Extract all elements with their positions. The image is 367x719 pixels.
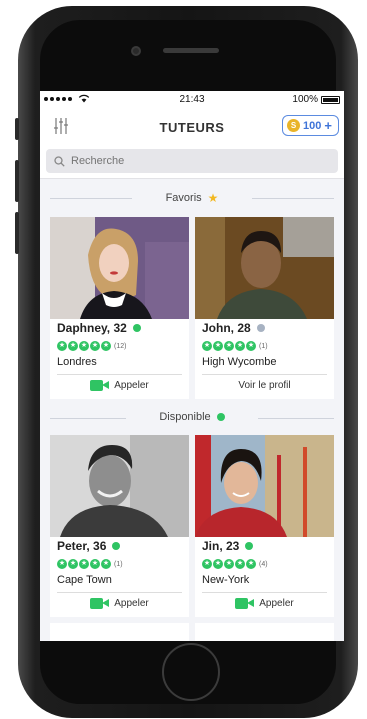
available-label: Disponible [159, 411, 211, 423]
tutor-photo[interactable] [50, 435, 189, 537]
tutor-city: Cape Town [57, 574, 112, 586]
star-icon: ★ [57, 559, 67, 569]
divider [252, 198, 334, 199]
star-icon: ★ [90, 341, 100, 351]
divider [50, 418, 126, 419]
review-count: (1) [114, 560, 123, 568]
rating-stars: ★ ★ ★ ★ ★ (12) [57, 341, 126, 351]
star-icon: ★ [224, 559, 234, 569]
call-button[interactable]: Appeler [50, 380, 189, 391]
tutor-card[interactable]: John, 28 ★ ★ ★ ★ ★ (1) High Wycombe Voir… [195, 217, 334, 399]
star-icon: ★ [79, 559, 89, 569]
star-icon: ★ [90, 559, 100, 569]
battery-percentage: 100% [292, 94, 318, 105]
tutor-card[interactable]: Peter, 36 ★ ★ ★ ★ ★ (1) Cape Town Appele… [50, 435, 189, 617]
tutor-city: High Wycombe [202, 356, 277, 368]
card-divider [57, 592, 182, 593]
call-button[interactable]: Appeler [195, 598, 334, 609]
star-icon: ★ [101, 559, 111, 569]
favorites-section-header: Favoris ★ [40, 179, 344, 217]
tutor-photo[interactable] [50, 217, 189, 319]
call-button[interactable]: Appeler [50, 598, 189, 609]
earpiece-speaker [163, 48, 219, 53]
divider [258, 418, 334, 419]
tutor-name: Jin, 23 [202, 539, 240, 553]
battery-icon [321, 96, 340, 104]
offline-status-dot [256, 324, 265, 332]
coin-count: 100 [303, 119, 322, 132]
star-icon: ★ [68, 341, 78, 351]
view-profile-button[interactable]: Voir le profil [195, 380, 334, 391]
star-icon: ★ [246, 559, 256, 569]
star-icon: ★ [202, 559, 212, 569]
star-icon: ★ [213, 559, 223, 569]
tutor-card-partial[interactable] [195, 623, 334, 641]
video-camera-icon [235, 598, 255, 609]
star-icon: ★ [57, 341, 67, 351]
review-count: (4) [259, 560, 268, 568]
online-status-dot [112, 542, 121, 550]
online-status-dot [216, 413, 225, 421]
star-icon: ★ [202, 341, 212, 351]
tutor-card-partial[interactable] [50, 623, 189, 641]
tutor-name: Daphney, 32 [57, 321, 127, 335]
view-profile-label: Voir le profil [238, 380, 291, 391]
call-button-label: Appeler [114, 598, 149, 609]
star-icon: ★ [235, 341, 245, 351]
coin-balance-button[interactable]: S 100 + [282, 115, 339, 136]
home-button[interactable] [162, 643, 220, 701]
next-row-preview [40, 617, 344, 641]
online-status-dot [132, 324, 141, 332]
mute-switch [15, 118, 19, 140]
app-screen: 21:43 100% TUTEURS S 100 + Recherche Fav… [40, 91, 344, 641]
rating-stars: ★ ★ ★ ★ ★ (1) [57, 559, 123, 569]
tutor-city: New-York [202, 574, 250, 586]
tutor-name: John, 28 [202, 321, 251, 335]
call-button-label: Appeler [114, 380, 149, 391]
tutor-card[interactable]: Jin, 23 ★ ★ ★ ★ ★ (4) New-York Appeler [195, 435, 334, 617]
rating-stars: ★ ★ ★ ★ ★ (4) [202, 559, 268, 569]
star-icon: ★ [235, 559, 245, 569]
search-bar [40, 145, 344, 179]
search-icon [54, 155, 65, 167]
tutor-city: Londres [57, 356, 97, 368]
card-divider [202, 592, 327, 593]
coin-icon: S [287, 119, 300, 132]
card-divider [57, 374, 182, 375]
tutor-name: Peter, 36 [57, 539, 107, 553]
star-icon: ★ [224, 341, 234, 351]
tutor-photo[interactable] [195, 435, 334, 537]
card-divider [202, 374, 327, 375]
search-field[interactable] [46, 149, 338, 173]
video-camera-icon [90, 598, 110, 609]
available-section-header: Disponible [40, 399, 344, 435]
video-camera-icon [90, 380, 110, 391]
tutor-card[interactable]: Daphney, 32 ★ ★ ★ ★ ★ (12) Londres Appel… [50, 217, 189, 399]
volume-up-button [15, 160, 19, 202]
star-icon: ★ [79, 341, 89, 351]
star-icon: ★ [207, 191, 219, 205]
online-status-dot [245, 542, 254, 550]
rating-stars: ★ ★ ★ ★ ★ (1) [202, 341, 268, 351]
plus-icon: + [324, 118, 332, 133]
review-count: (1) [259, 342, 268, 350]
status-bar: 21:43 100% [40, 91, 344, 109]
star-icon: ★ [246, 341, 256, 351]
search-input[interactable] [71, 155, 311, 167]
navigation-bar: TUTEURS S 100 + [40, 109, 344, 145]
front-camera [131, 46, 141, 56]
volume-down-button [15, 212, 19, 254]
tutor-photo[interactable] [195, 217, 334, 319]
star-icon: ★ [68, 559, 78, 569]
favorites-label: Favoris [165, 192, 202, 204]
divider [50, 198, 132, 199]
review-count: (12) [114, 342, 127, 350]
call-button-label: Appeler [259, 598, 294, 609]
star-icon: ★ [101, 341, 111, 351]
star-icon: ★ [213, 341, 223, 351]
